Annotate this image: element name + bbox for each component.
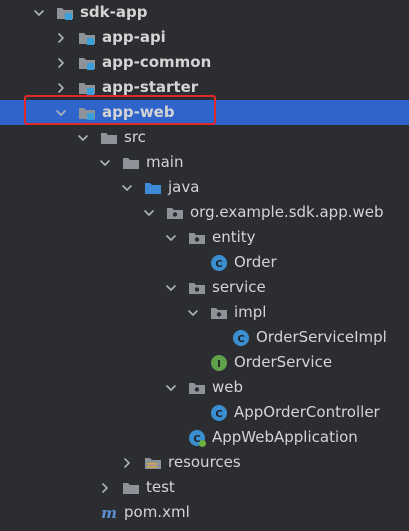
tree-item-src[interactable]: src bbox=[0, 125, 409, 150]
chevron-right-icon[interactable] bbox=[98, 481, 112, 495]
tree-item-label: service bbox=[212, 278, 266, 296]
svg-text:C: C bbox=[215, 409, 222, 420]
module-folder-icon bbox=[78, 79, 96, 97]
svg-text:m: m bbox=[101, 504, 117, 522]
tree-item-label: entity bbox=[212, 228, 256, 246]
tree-item-pom-xml[interactable]: m pom.xml bbox=[0, 500, 409, 525]
package-icon bbox=[188, 229, 206, 247]
tree-item-label: impl bbox=[234, 303, 267, 321]
tree-item-app-api[interactable]: app-api bbox=[0, 25, 409, 50]
tree-item-main[interactable]: main bbox=[0, 150, 409, 175]
tree-item-app-starter[interactable]: app-starter bbox=[0, 75, 409, 100]
tree-item-impl[interactable]: impl bbox=[0, 300, 409, 325]
chevron-right-icon[interactable] bbox=[54, 56, 68, 70]
tree-item-label: app-api bbox=[102, 28, 166, 46]
tree-item-label: OrderServiceImpl bbox=[256, 328, 387, 346]
module-folder-icon bbox=[78, 104, 96, 122]
tree-item-label: AppWebApplication bbox=[212, 428, 358, 446]
chevron-down-icon[interactable] bbox=[54, 106, 68, 120]
tree-item-label: pom.xml bbox=[124, 503, 190, 521]
tree-item-label: java bbox=[168, 178, 200, 196]
tree-item-app-web-application[interactable]: C AppWebApplication bbox=[0, 425, 409, 450]
maven-icon: m bbox=[100, 504, 118, 522]
tree-item-label: web bbox=[212, 378, 244, 396]
class-icon: C bbox=[232, 329, 250, 347]
chevron-down-icon[interactable] bbox=[76, 131, 90, 145]
resources-folder-icon bbox=[144, 454, 162, 472]
chevron-down-icon[interactable] bbox=[186, 306, 200, 320]
tree-item-package[interactable]: org.example.sdk.app.web bbox=[0, 200, 409, 225]
tree-item-label: app-common bbox=[102, 53, 212, 71]
project-tree[interactable]: sdk-app app-api app-common app-starter app-w… bbox=[0, 0, 409, 531]
chevron-down-icon[interactable] bbox=[164, 281, 178, 295]
module-folder-icon bbox=[78, 54, 96, 72]
tree-item-resources[interactable]: resources bbox=[0, 450, 409, 475]
tree-item-label: resources bbox=[168, 453, 241, 471]
tree-item-service[interactable]: service bbox=[0, 275, 409, 300]
tree-item-order-service-impl[interactable]: C OrderServiceImpl bbox=[0, 325, 409, 350]
chevron-down-icon[interactable] bbox=[32, 6, 46, 20]
package-icon bbox=[210, 304, 228, 322]
tree-item-order[interactable]: C Order bbox=[0, 250, 409, 275]
tree-item-label: main bbox=[146, 153, 184, 171]
chevron-right-icon[interactable] bbox=[54, 81, 68, 95]
folder-icon bbox=[122, 154, 140, 172]
package-icon bbox=[188, 279, 206, 297]
package-icon bbox=[188, 379, 206, 397]
tree-item-app-web[interactable]: app-web bbox=[0, 100, 409, 125]
chevron-down-icon[interactable] bbox=[142, 206, 156, 220]
folder-icon bbox=[122, 479, 140, 497]
tree-item-web[interactable]: web bbox=[0, 375, 409, 400]
source-folder-icon bbox=[144, 179, 162, 197]
tree-item-label: test bbox=[146, 478, 175, 496]
class-icon: C bbox=[210, 404, 228, 422]
chevron-down-icon[interactable] bbox=[164, 381, 178, 395]
tree-item-order-service[interactable]: I OrderService bbox=[0, 350, 409, 375]
tree-item-label: AppOrderController bbox=[234, 403, 380, 421]
svg-text:C: C bbox=[215, 259, 222, 270]
tree-item-app-order-controller[interactable]: C AppOrderController bbox=[0, 400, 409, 425]
interface-icon: I bbox=[210, 354, 228, 372]
spring-class-icon: C bbox=[188, 429, 206, 447]
chevron-down-icon[interactable] bbox=[120, 181, 134, 195]
class-icon: C bbox=[210, 254, 228, 272]
tree-item-entity[interactable]: entity bbox=[0, 225, 409, 250]
folder-icon bbox=[100, 129, 118, 147]
svg-text:I: I bbox=[217, 359, 221, 370]
module-folder-icon bbox=[56, 4, 74, 22]
tree-item-label: src bbox=[124, 128, 146, 146]
chevron-right-icon[interactable] bbox=[120, 456, 134, 470]
tree-item-label: OrderService bbox=[234, 353, 333, 371]
tree-item-sdk-app[interactable]: sdk-app bbox=[0, 0, 409, 25]
tree-item-java[interactable]: java bbox=[0, 175, 409, 200]
svg-text:C: C bbox=[237, 334, 244, 345]
tree-item-label: Order bbox=[234, 253, 277, 271]
chevron-down-icon[interactable] bbox=[164, 231, 178, 245]
tree-item-label: org.example.sdk.app.web bbox=[190, 203, 384, 221]
module-folder-icon bbox=[78, 29, 96, 47]
chevron-down-icon[interactable] bbox=[98, 156, 112, 170]
tree-item-label: app-web bbox=[102, 103, 175, 121]
package-icon bbox=[166, 204, 184, 222]
tree-item-label: sdk-app bbox=[80, 3, 148, 21]
chevron-right-icon[interactable] bbox=[54, 31, 68, 45]
tree-item-label: app-starter bbox=[102, 78, 199, 96]
tree-item-test[interactable]: test bbox=[0, 475, 409, 500]
tree-item-app-common[interactable]: app-common bbox=[0, 50, 409, 75]
